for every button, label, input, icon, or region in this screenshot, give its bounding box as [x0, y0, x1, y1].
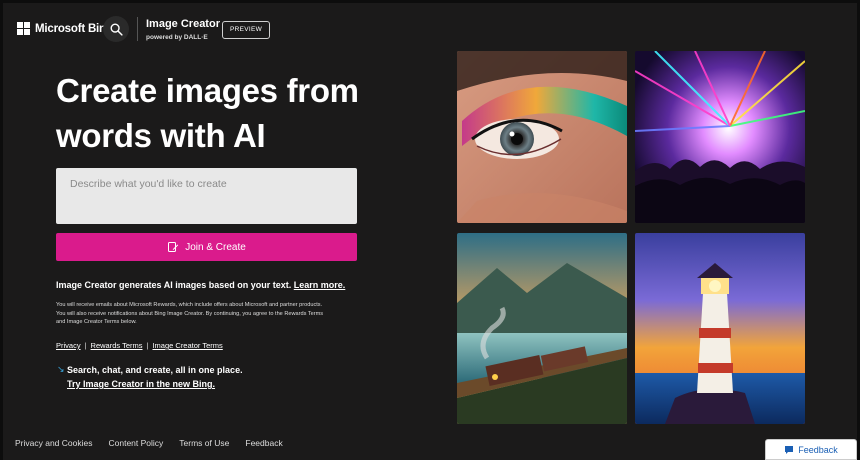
link-separator: |: [84, 341, 87, 350]
footer-content-policy-link[interactable]: Content Policy: [108, 438, 163, 448]
bing-sparkle-icon: ↘: [57, 364, 65, 374]
privacy-link[interactable]: Privacy: [56, 341, 81, 350]
rewards-terms-link[interactable]: Rewards Terms: [91, 341, 143, 350]
page: Microsoft Bing Image Creator powered by …: [3, 3, 857, 428]
search-icon: [110, 23, 123, 36]
eye-makeup-image[interactable]: [457, 51, 627, 223]
footer-feedback-link[interactable]: Feedback: [245, 438, 282, 448]
feedback-button[interactable]: Feedback: [765, 439, 857, 460]
join-button-label: Join & Create: [185, 241, 246, 253]
info-sentence: Image Creator generates AI images based …: [56, 280, 292, 290]
concert-lasers-image[interactable]: [635, 51, 805, 223]
header: Microsoft Bing Image Creator powered by …: [3, 3, 857, 53]
try-new-bing-link[interactable]: Try Image Creator in the new Bing.: [67, 379, 215, 389]
learn-more-link[interactable]: Learn more.: [294, 280, 346, 290]
footer: Privacy and Cookies Content Policy Terms…: [3, 428, 857, 460]
chat-bubble-icon: [785, 445, 794, 454]
search-button[interactable]: [103, 16, 129, 42]
info-text: Image Creator generates AI images based …: [56, 280, 345, 290]
image-creator-terms-link[interactable]: Image Creator Terms: [152, 341, 222, 350]
feedback-button-label: Feedback: [798, 444, 838, 455]
header-divider: [137, 17, 138, 41]
bing-home-link[interactable]: Microsoft Bing: [17, 22, 113, 35]
page-headline: Create images from words with AI: [56, 72, 359, 154]
footer-terms-link[interactable]: Terms of Use: [179, 438, 229, 448]
terms-links: Privacy | Rewards Terms | Image Creator Term…: [56, 341, 223, 350]
train-lake-painting-image[interactable]: [457, 233, 627, 424]
create-pencil-icon: [168, 242, 179, 252]
footer-privacy-link[interactable]: Privacy and Cookies: [15, 438, 92, 448]
lighthouse-painting-image[interactable]: [635, 233, 805, 424]
link-separator: |: [146, 341, 149, 350]
new-bing-tagline: Search, chat, and create, all in one pla…: [67, 365, 243, 375]
footer-links: Privacy and Cookies Content Policy Terms…: [15, 438, 283, 448]
microsoft-logo-icon: [17, 22, 30, 35]
join-and-create-button[interactable]: Join & Create: [56, 233, 357, 261]
prompt-input[interactable]: [56, 168, 357, 224]
fine-print: You will receive emails about Microsoft …: [56, 302, 324, 326]
preview-badge: PREVIEW: [222, 21, 271, 39]
powered-by-label: powered by DALL·E: [146, 34, 208, 41]
brand-name: Microsoft Bing: [35, 22, 113, 35]
app-title[interactable]: Image Creator: [146, 18, 220, 30]
